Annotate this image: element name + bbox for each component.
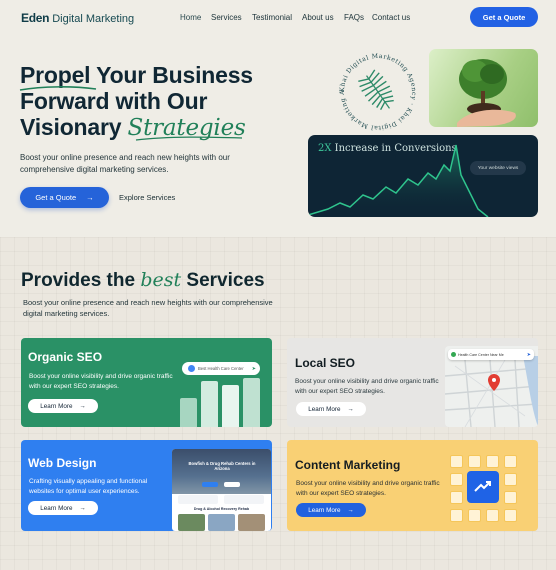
note-icon (486, 509, 499, 522)
arrow-right-icon: → (86, 193, 94, 202)
logo-text: Digital Marketing (49, 13, 135, 25)
hero-title: Propel Your Business Forward with Our Vi… (19, 62, 253, 141)
card-description: Boost your online visibility and drive o… (29, 373, 173, 390)
hero-get-quote-button[interactable]: Get a Quote → (20, 187, 109, 208)
hero-subtitle: Boost your online presence and reach new… (20, 153, 230, 174)
script-underline-icon (135, 136, 243, 141)
logo-brand: Eden (21, 11, 50, 25)
card-description: Boost your online visibility and drive o… (296, 480, 440, 497)
google-icon (188, 365, 195, 372)
nav-link-faqs[interactable]: FAQs (344, 13, 364, 22)
card-title: Local SEO (295, 356, 356, 370)
learn-more-button[interactable]: Learn More → (28, 399, 98, 413)
website-mockup: Bowfish & Drug Rehab Centers in Arizona … (172, 449, 271, 531)
arrow-right-icon: → (347, 506, 354, 514)
nav-link-about[interactable]: About us (302, 13, 334, 22)
web-design-card[interactable]: Web Design Crafting visually appealing a… (21, 440, 272, 531)
organic-seo-card[interactable]: Organic SEO Boost your online visibility… (21, 338, 272, 427)
map-pin-icon (488, 374, 500, 391)
conversion-card: 2X Increase in Conversions Your website … (308, 135, 538, 217)
google-search-bar: Best Health Care Center ➤ (182, 362, 260, 375)
arrow-right-icon: → (347, 405, 354, 413)
plant-in-hand-image (429, 49, 538, 127)
card-description: Boost your online visibility and drive o… (295, 378, 439, 395)
calendar-icon (468, 509, 481, 522)
agency-circle-badge: Khai Digital Marketing Agency · Khai Dig… (334, 48, 416, 131)
learn-more-button[interactable]: Learn More → (296, 503, 366, 517)
explore-services-link[interactable]: Explore Services (119, 193, 175, 202)
card-title: Web Design (28, 456, 97, 470)
navbar: Eden Digital Marketing Home Services Tes… (0, 0, 556, 36)
palm-leaf-icon (358, 69, 394, 111)
grid-icon (450, 473, 463, 486)
nav-link-contact[interactable]: Contact us (372, 13, 410, 22)
text-icon (504, 455, 517, 468)
nav-link-home[interactable]: Home (180, 13, 201, 22)
nav-link-testimonial[interactable]: Testimonial (252, 13, 292, 22)
underline-swash-icon (19, 86, 97, 91)
card-title: Organic SEO (28, 350, 103, 364)
get-quote-button[interactable]: Get a Quote (470, 7, 538, 27)
site-heading: Bowfish & Drug Rehab Centers in Arizona (188, 461, 256, 471)
card-description: Crafting visually appealing and function… (29, 478, 148, 495)
folder-icon (450, 509, 463, 522)
content-marketing-card[interactable]: Content Marketing Boost your online visi… (287, 440, 538, 531)
send-icon: ➤ (526, 351, 531, 358)
chart-icon (486, 455, 499, 468)
trending-up-icon (467, 471, 499, 503)
document-icon (450, 455, 463, 468)
map-search-bar: Health Care Center Near Me ➤ (448, 349, 534, 360)
google-maps-icon (451, 352, 456, 357)
content-icons-grid (447, 449, 519, 525)
conversion-graph-icon (308, 144, 489, 217)
services-subtitle: Boost your online presence and reach new… (23, 298, 273, 318)
image-icon (468, 455, 481, 468)
video-icon (504, 473, 517, 486)
hero-section: Eden Digital Marketing Home Services Tes… (0, 0, 556, 237)
list-icon (450, 491, 463, 504)
site-section-heading: Drug & Alcohol Recovery Rehab (193, 507, 250, 511)
learn-more-button[interactable]: Learn More → (296, 402, 366, 416)
nav-link-services[interactable]: Services (211, 13, 242, 22)
send-icon: ➤ (251, 365, 256, 372)
growth-bars-illustration (180, 378, 260, 427)
map-illustration: Health Care Center Near Me ➤ (445, 346, 538, 427)
arrow-right-icon: → (79, 504, 86, 512)
card-title: Content Marketing (295, 458, 401, 472)
learn-more-button[interactable]: Learn More → (28, 501, 98, 515)
arrow-right-icon: → (79, 402, 86, 410)
services-title: Provides the best Services (21, 269, 265, 291)
logo[interactable]: Eden Digital Marketing (21, 11, 134, 25)
mail-icon (504, 491, 517, 504)
doc-icon (504, 509, 517, 522)
local-seo-card[interactable]: Local SEO Boost your online visibility a… (287, 338, 538, 427)
